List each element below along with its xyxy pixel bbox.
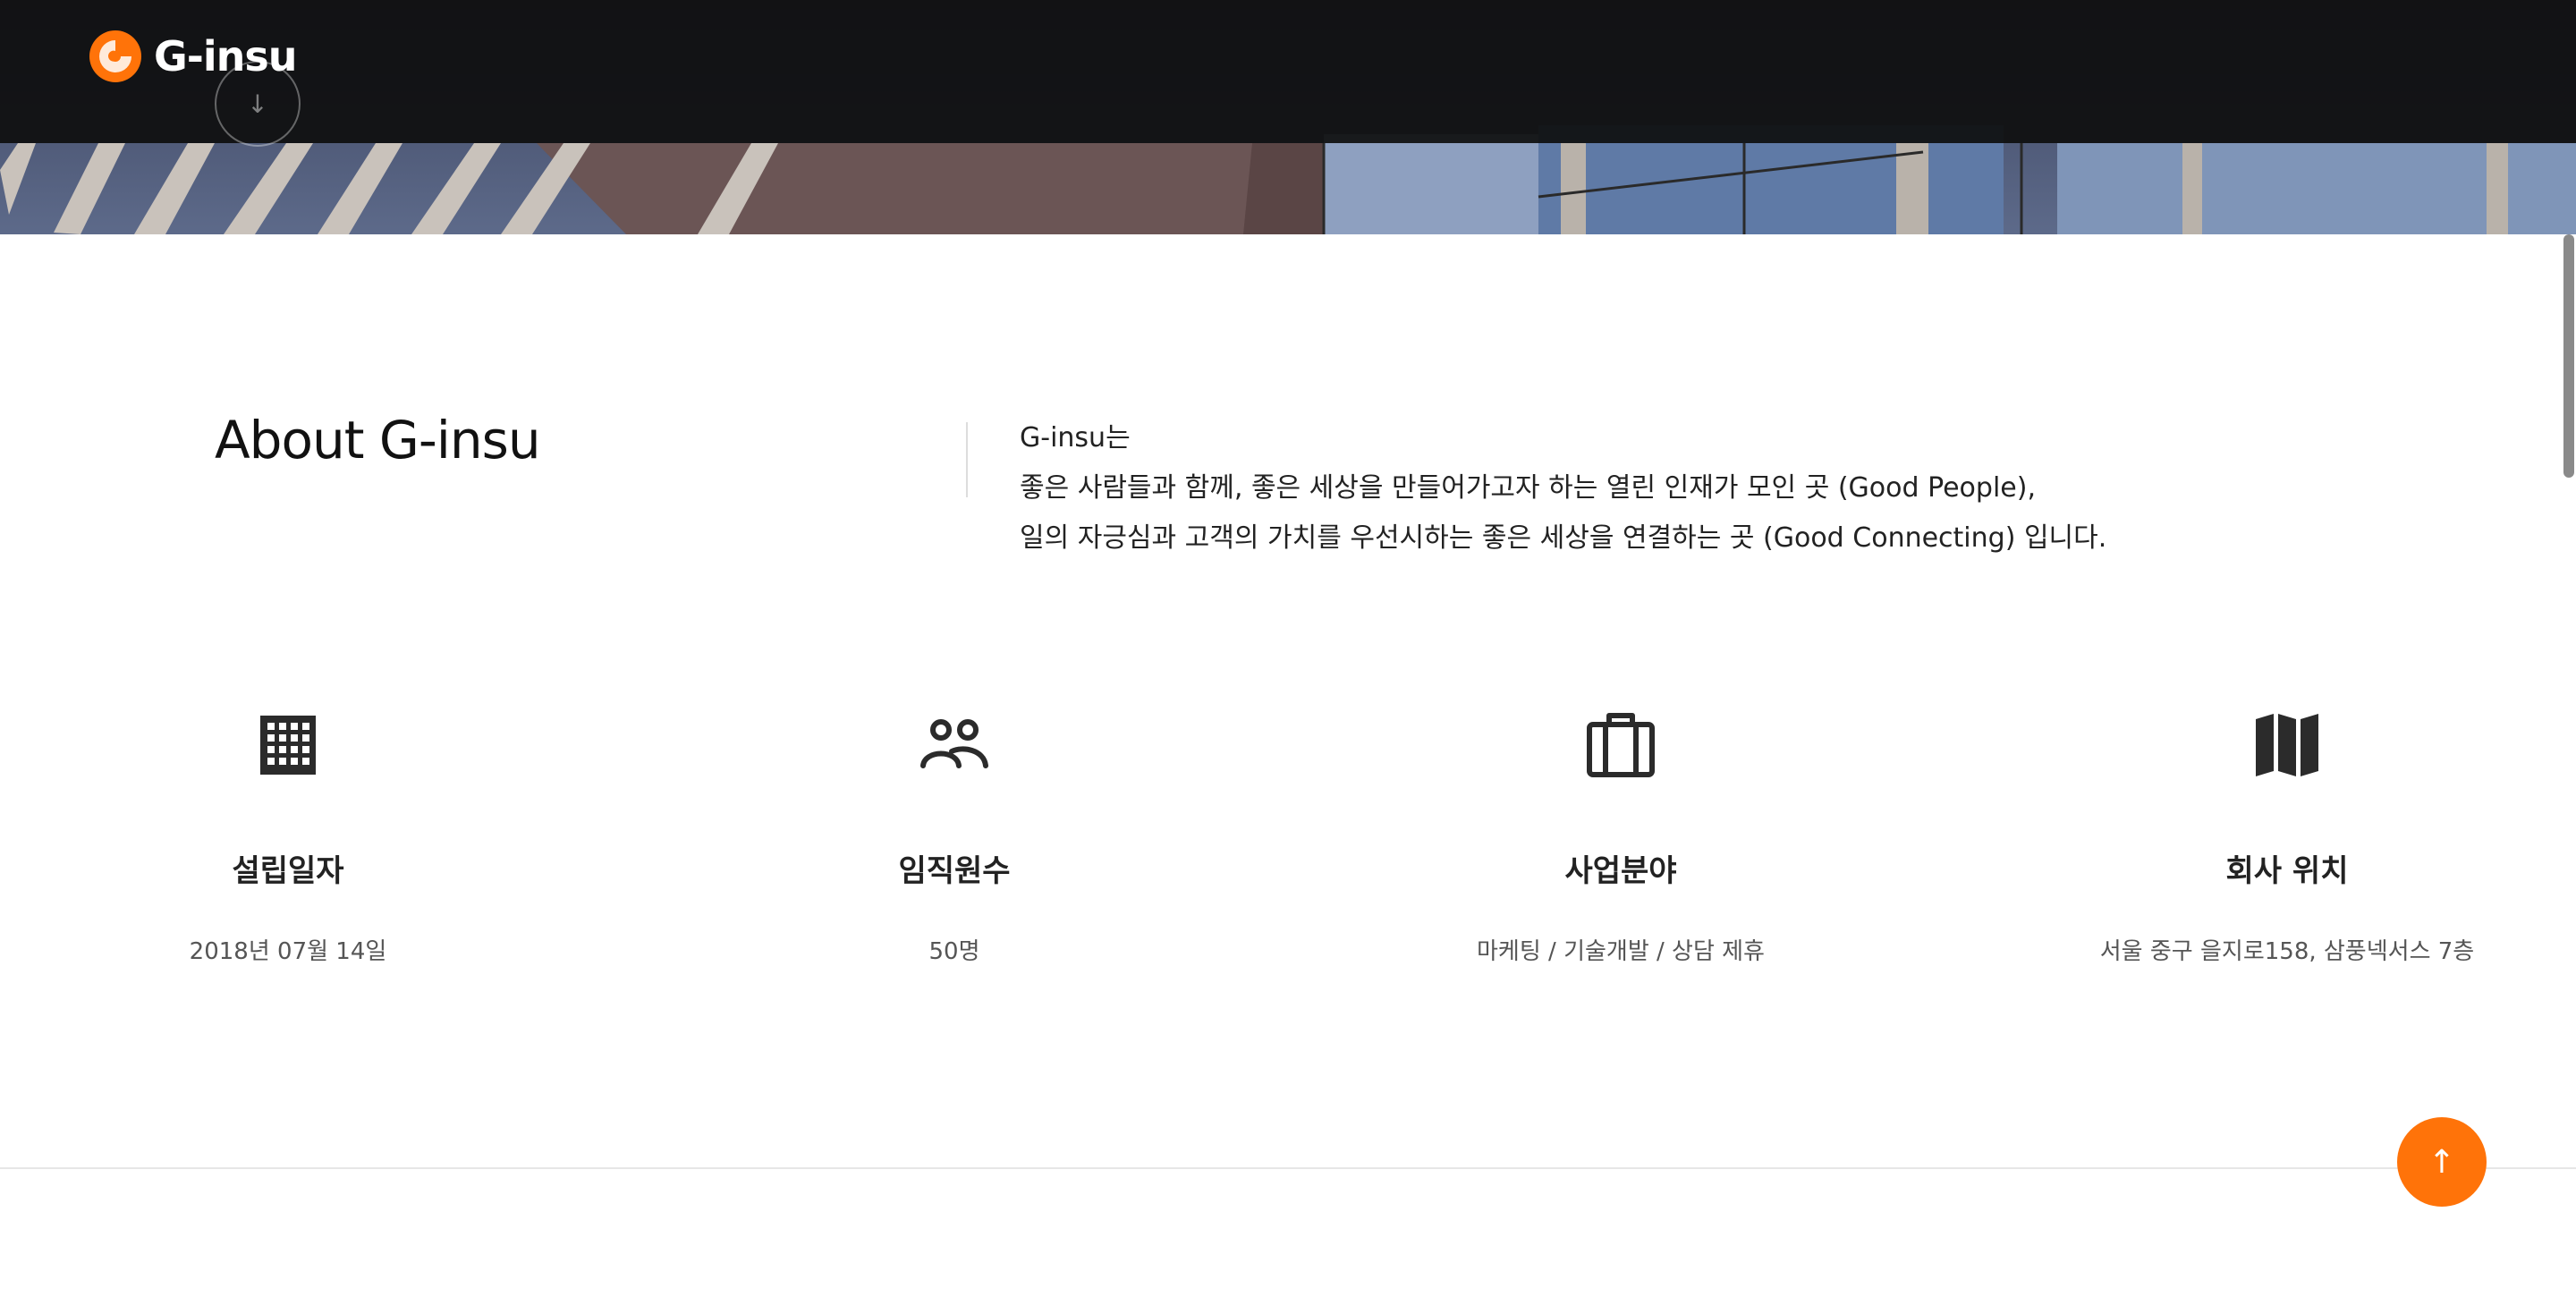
about-line: 일의 자긍심과 고객의 가치를 우선시하는 좋은 세상을 연결하는 곳 (Goo… bbox=[1020, 522, 2107, 554]
building-icon bbox=[260, 716, 316, 775]
hero-banner: G-insu ↓ bbox=[0, 0, 2576, 234]
arrow-up-icon: ↑ bbox=[2428, 1143, 2456, 1181]
info-title: 사업분야 bbox=[1564, 853, 1677, 889]
info-employees: 임직원수 50명 bbox=[686, 707, 1223, 966]
info-founded: 설립일자 2018년 07월 14일 bbox=[20, 707, 556, 966]
people-icon bbox=[920, 719, 988, 768]
info-title: 임직원수 bbox=[898, 853, 1011, 889]
arrow-down-icon: ↓ bbox=[247, 89, 268, 119]
scroll-down-button[interactable]: ↓ bbox=[215, 61, 301, 147]
info-value: 50명 bbox=[928, 938, 980, 965]
company-info-list: 설립일자 2018년 07월 14일 임직원수 50명 사업분야 마케팅 / 기… bbox=[0, 707, 2576, 993]
scroll-to-top-button[interactable]: ↑ bbox=[2397, 1117, 2487, 1207]
info-value: 서울 중구 을지로158, 삼풍넥서스 7층 bbox=[2099, 938, 2475, 965]
about-description: G-insu는 좋은 사람들과 함께, 좋은 세상을 만들어가고자 하는 열린 … bbox=[1020, 413, 2361, 564]
info-title: 회사 위치 bbox=[2225, 853, 2349, 889]
about-line: G-insu는 bbox=[1020, 422, 1131, 454]
info-value: 마케팅 / 기술개발 / 상담 제휴 bbox=[1477, 938, 1765, 965]
scrollbar-thumb[interactable] bbox=[2563, 234, 2574, 478]
info-location: 회사 위치 서울 중구 을지로158, 삼풍넥서스 7층 bbox=[2019, 707, 2555, 966]
map-icon bbox=[2256, 714, 2318, 776]
about-title: About G-insu bbox=[215, 410, 541, 470]
info-value: 2018년 07월 14일 bbox=[189, 938, 387, 965]
top-header bbox=[0, 0, 2576, 143]
about-divider bbox=[966, 422, 968, 497]
logo-swirl-icon bbox=[89, 30, 141, 82]
briefcase-icon bbox=[1587, 713, 1655, 777]
page-scrollbar[interactable] bbox=[2560, 234, 2576, 1297]
about-line: 좋은 사람들과 함께, 좋은 세상을 만들어가고자 하는 열린 인재가 모인 곳… bbox=[1020, 472, 2036, 504]
section-divider bbox=[0, 1167, 2576, 1169]
info-title: 설립일자 bbox=[232, 853, 344, 889]
info-business: 사업분야 마케팅 / 기술개발 / 상담 제휴 bbox=[1352, 707, 1889, 966]
